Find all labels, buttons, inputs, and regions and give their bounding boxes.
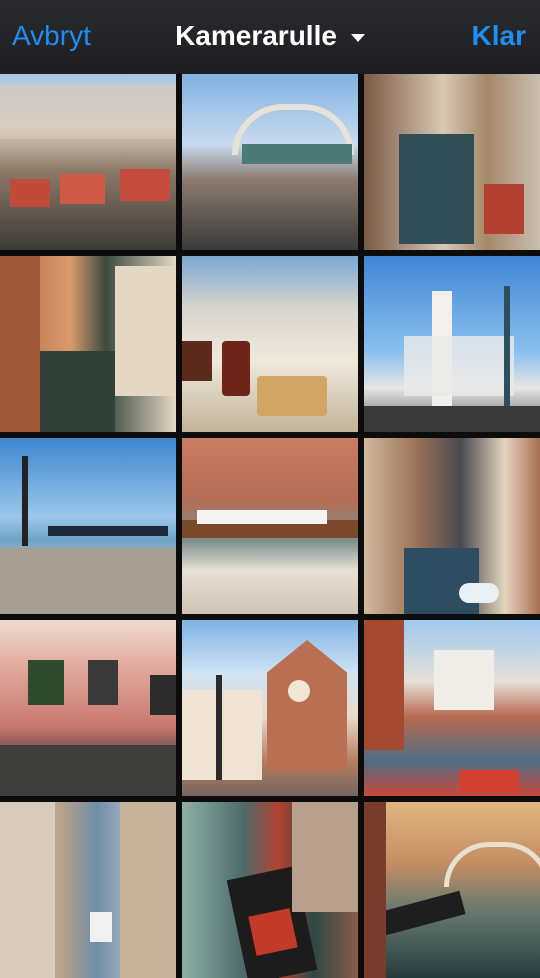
photo-canal-bridge-gondola[interactable] <box>364 802 540 978</box>
photo-orange-buildings-canal[interactable] <box>0 256 176 432</box>
photo-lamp-post-gondolas[interactable] <box>0 438 176 614</box>
photo-waffle-drink-table[interactable] <box>182 256 358 432</box>
photo-rialto-bridge[interactable] <box>182 74 358 250</box>
photo-gondola-closeup[interactable] <box>182 802 358 978</box>
photo-canal-street[interactable] <box>364 438 540 614</box>
album-title-button[interactable]: Kamerarulle <box>0 20 540 52</box>
photo-church-facade[interactable] <box>182 620 358 796</box>
navigation-bar: Avbryt Kamerarulle Klar <box>0 0 540 74</box>
photo-rowing-boat[interactable] <box>182 438 358 614</box>
photo-canal-boats-church[interactable] <box>364 620 540 796</box>
photo-canal-cafe[interactable] <box>0 74 176 250</box>
photo-grid <box>0 74 540 978</box>
chevron-down-icon <box>350 33 365 42</box>
photo-narrow-canal[interactable] <box>364 74 540 250</box>
photo-narrow-canal-gondola[interactable] <box>0 802 176 978</box>
photo-column-lamp-post[interactable] <box>364 256 540 432</box>
album-title: Kamerarulle <box>175 20 337 51</box>
done-button[interactable]: Klar <box>472 20 526 52</box>
photo-pink-wall-windows[interactable] <box>0 620 176 796</box>
